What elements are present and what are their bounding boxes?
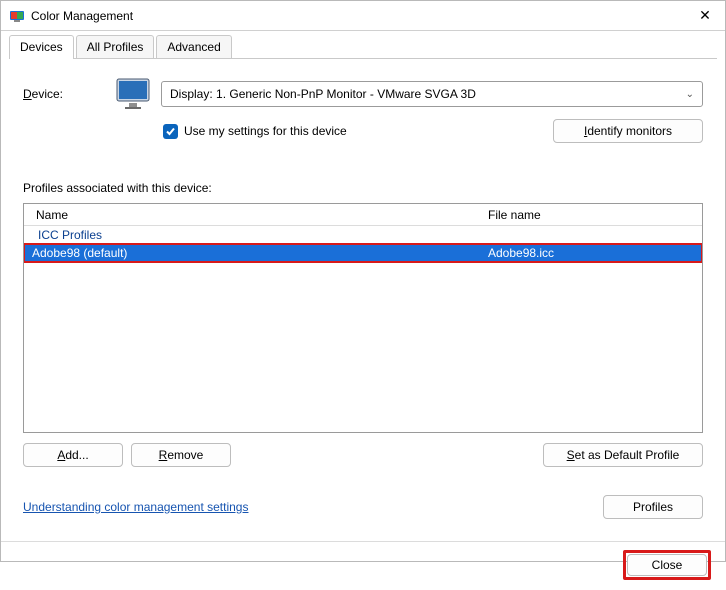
device-dropdown[interactable]: Display: 1. Generic Non-PnP Monitor - VM…	[161, 81, 703, 107]
list-group-header: ICC Profiles	[24, 226, 702, 244]
window-title: Color Management	[31, 9, 691, 23]
app-icon	[9, 8, 25, 24]
tab-body: Device: Display: 1. Generic Non-PnP Moni…	[1, 59, 725, 529]
close-icon[interactable]: ✕	[691, 7, 719, 24]
chevron-down-icon: ⌄	[686, 89, 694, 100]
tab-all-profiles[interactable]: All Profiles	[76, 35, 155, 59]
close-button[interactable]: Close	[627, 554, 707, 576]
listview-header: Name File name	[24, 204, 702, 226]
profiles-listview[interactable]: Name File name ICC Profiles Adobe98 (def…	[23, 203, 703, 433]
bottom-bar: Close	[1, 541, 725, 590]
profiles-associated-label: Profiles associated with this device:	[23, 181, 703, 195]
list-row[interactable]: Adobe98 (default) Adobe98.icc	[24, 244, 702, 262]
monitor-icon	[115, 77, 151, 111]
identify-monitors-button[interactable]: Identify monitors	[553, 119, 703, 143]
list-row-name: Adobe98 (default)	[24, 246, 484, 260]
tab-strip: Devices All Profiles Advanced	[1, 31, 725, 59]
profiles-button[interactable]: Profiles	[603, 495, 703, 519]
tab-devices-label: Devices	[20, 40, 63, 54]
device-dropdown-value: Display: 1. Generic Non-PnP Monitor - VM…	[170, 87, 476, 101]
device-label: Device:	[23, 87, 105, 101]
use-settings-row: Use my settings for this device Identify…	[23, 119, 703, 143]
close-highlight: Close	[623, 550, 711, 580]
title-bar: Color Management ✕	[1, 1, 725, 31]
understanding-link[interactable]: Understanding color management settings	[23, 500, 248, 514]
tab-advanced[interactable]: Advanced	[156, 35, 231, 59]
column-filename[interactable]: File name	[484, 208, 702, 222]
add-button[interactable]: Add...	[23, 443, 123, 467]
listview-body: ICC Profiles Adobe98 (default) Adobe98.i…	[24, 226, 702, 262]
list-row-file: Adobe98.icc	[484, 246, 702, 260]
use-settings-label: Use my settings for this device	[184, 124, 347, 138]
tab-advanced-label: Advanced	[167, 40, 220, 54]
use-settings-checkbox[interactable]	[163, 124, 178, 139]
set-default-profile-button[interactable]: Set as Default Profile	[543, 443, 703, 467]
remove-button[interactable]: Remove	[131, 443, 231, 467]
link-row: Understanding color management settings …	[23, 495, 703, 519]
tab-all-profiles-label: All Profiles	[87, 40, 144, 54]
column-name[interactable]: Name	[24, 208, 484, 222]
list-buttons-row: Add... Remove Set as Default Profile	[23, 443, 703, 467]
tab-devices[interactable]: Devices	[9, 35, 74, 59]
device-row: Device: Display: 1. Generic Non-PnP Moni…	[23, 77, 703, 111]
